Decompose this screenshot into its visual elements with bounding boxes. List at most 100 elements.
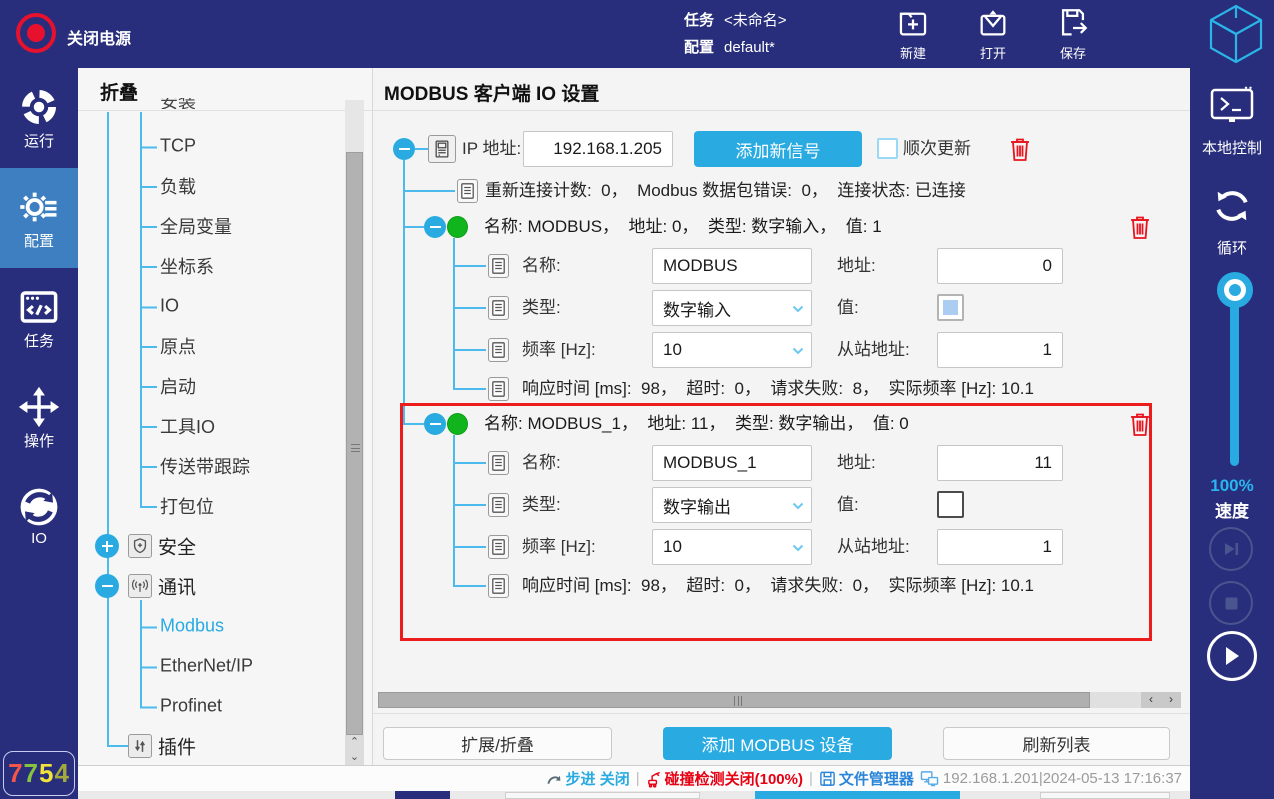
- collision-robot-icon: [646, 770, 663, 788]
- device-collapse-node[interactable]: [393, 138, 415, 160]
- bg-window-fragment: [755, 791, 960, 799]
- signal-collapse-node[interactable]: [424, 413, 446, 435]
- sidebar-item-operate[interactable]: 操作: [0, 368, 78, 468]
- horizontal-scrollbar[interactable]: [378, 692, 1141, 708]
- signal-name-input[interactable]: [652, 445, 812, 481]
- signal-summary: 名称: MODBUS， 地址: 0， 类型: 数字输入， 值: 1: [484, 216, 882, 238]
- sidebar-item-label: IO: [0, 530, 78, 547]
- tree-collapse-header[interactable]: 折叠: [100, 78, 138, 105]
- add-signal-button[interactable]: 添加新信号: [694, 131, 862, 167]
- signal-collapse-node[interactable]: [424, 216, 446, 238]
- tree-item-home[interactable]: 原点: [160, 333, 196, 359]
- tree-item-comm[interactable]: 通讯: [158, 573, 196, 600]
- tree-item-security[interactable]: 安全: [158, 533, 196, 560]
- delete-signal-button[interactable]: [1128, 214, 1152, 245]
- tree-item-load[interactable]: 负载: [160, 173, 196, 199]
- signal-value-checkbox[interactable]: [937, 491, 964, 518]
- tree-item-modbus[interactable]: Modbus: [160, 616, 224, 637]
- signal-frequency-dropdown[interactable]: 10: [652, 529, 812, 565]
- add-modbus-device-button[interactable]: 添加 MODBUS 设备: [663, 727, 892, 760]
- sidebar-item-config[interactable]: 配置: [0, 168, 78, 268]
- network-icon: [920, 770, 939, 787]
- frequency-label: 频率 [Hz]:: [522, 339, 596, 361]
- file-manager-button[interactable]: 文件管理器: [819, 768, 914, 789]
- sidebar-item-label: 任务: [0, 330, 78, 351]
- stop-button[interactable]: [1209, 581, 1253, 625]
- name-label: 名称:: [522, 452, 561, 474]
- expand-collapse-button[interactable]: 扩展/折叠: [383, 727, 612, 760]
- signal-type-value: 数字输出: [663, 493, 731, 518]
- tree-item-pallet[interactable]: 打包位: [160, 493, 214, 519]
- signal-address-input[interactable]: [937, 445, 1063, 481]
- tree-item-ethernet-ip[interactable]: EtherNet/IP: [160, 656, 253, 677]
- open-task-button[interactable]: 打开: [955, 6, 1031, 62]
- sequential-update-checkbox[interactable]: [877, 138, 898, 159]
- config-label: 配置: [684, 39, 714, 56]
- row-tick: [455, 265, 486, 267]
- power-icon: [27, 24, 45, 42]
- tree-item-startup[interactable]: 启动: [160, 373, 196, 399]
- expander-comm[interactable]: [95, 574, 119, 598]
- slave-address-input[interactable]: [937, 332, 1063, 368]
- config-row: 配置default*: [684, 36, 775, 57]
- signal-type-dropdown[interactable]: 数字输出: [652, 487, 812, 523]
- step-mode-button[interactable]: 步进 关闭: [546, 768, 630, 789]
- tree-item-profinet[interactable]: Profinet: [160, 696, 222, 717]
- step-forward-button[interactable]: [1209, 527, 1253, 571]
- file-manager-icon: [819, 770, 836, 787]
- local-control-button[interactable]: 本地控制: [1190, 86, 1274, 158]
- slave-address-input[interactable]: [937, 529, 1063, 565]
- speed-slider-handle[interactable]: [1217, 272, 1253, 308]
- loop-button[interactable]: 循环: [1190, 184, 1274, 258]
- local-control-label: 本地控制: [1190, 137, 1274, 158]
- tree-item-io[interactable]: IO: [160, 296, 179, 317]
- comm-branch-line: [140, 600, 142, 707]
- signal-type-dropdown[interactable]: 数字输入: [652, 290, 812, 326]
- signal-status-dot: [447, 413, 468, 435]
- tree-scrollbar[interactable]: ⌃ ⌄: [345, 100, 364, 765]
- signal-frequency-value: 10: [663, 537, 682, 557]
- tree-scroll-up-button[interactable]: ⌃: [345, 735, 364, 750]
- tree-scroll-down-button[interactable]: ⌄: [345, 750, 364, 765]
- address-label: 地址:: [837, 452, 876, 474]
- tree-item-conveyor[interactable]: 传送带跟踪: [160, 453, 250, 479]
- power-button[interactable]: [16, 13, 56, 53]
- scroll-left-button[interactable]: ‹: [1141, 692, 1161, 708]
- config-icon: [0, 186, 78, 228]
- signal-frequency-dropdown[interactable]: 10: [652, 332, 812, 368]
- save-task-button[interactable]: 保存: [1035, 6, 1111, 62]
- power-label: 关闭电源: [67, 25, 131, 49]
- ip-label: IP 地址:: [462, 138, 521, 160]
- sidebar-item-task[interactable]: 任务: [0, 268, 78, 368]
- run-icon: [0, 86, 78, 128]
- tree-item-tool-io[interactable]: 工具IO: [160, 413, 215, 439]
- tree-item-globals[interactable]: 全局变量: [160, 213, 232, 239]
- collision-detect-button[interactable]: 碰撞检测关闭(100%): [646, 768, 803, 789]
- delete-signal-button[interactable]: [1128, 411, 1152, 442]
- tree-scrollbar-thumb[interactable]: [346, 152, 363, 735]
- tree-branch-line: [140, 112, 142, 507]
- tree-item-clipped[interactable]: 安装: [160, 98, 196, 109]
- sidebar-item-run[interactable]: 运行: [0, 68, 78, 168]
- node-tick-line: [405, 226, 424, 228]
- signal-value-checkbox[interactable]: [937, 294, 964, 321]
- network-status: 192.168.1.201|2024-05-13 17:16:37: [920, 770, 1182, 787]
- left-sidebar: 运行 配置 任务 操作 IO 7754: [0, 68, 78, 799]
- document-icon: [457, 179, 478, 203]
- ip-address-input[interactable]: [523, 131, 673, 167]
- scroll-right-button[interactable]: ›: [1161, 692, 1181, 708]
- expander-security[interactable]: [95, 534, 119, 558]
- signal-address-input[interactable]: [937, 248, 1063, 284]
- speed-slider-track[interactable]: [1230, 290, 1239, 466]
- sidebar-item-io[interactable]: IO: [0, 468, 78, 568]
- refresh-list-button[interactable]: 刷新列表: [943, 727, 1170, 760]
- sidebar-item-label: 操作: [0, 430, 78, 451]
- new-task-button[interactable]: 新建: [875, 6, 951, 62]
- delete-device-button[interactable]: [1008, 136, 1032, 167]
- tree-item-plugin[interactable]: 插件: [158, 733, 196, 760]
- tree-item-frames[interactable]: 坐标系: [160, 253, 214, 279]
- signal-name-input[interactable]: [652, 248, 812, 284]
- horizontal-scrollbar-thumb[interactable]: [378, 692, 1090, 708]
- tree-item-tcp[interactable]: TCP: [160, 136, 196, 157]
- play-button[interactable]: [1207, 631, 1257, 681]
